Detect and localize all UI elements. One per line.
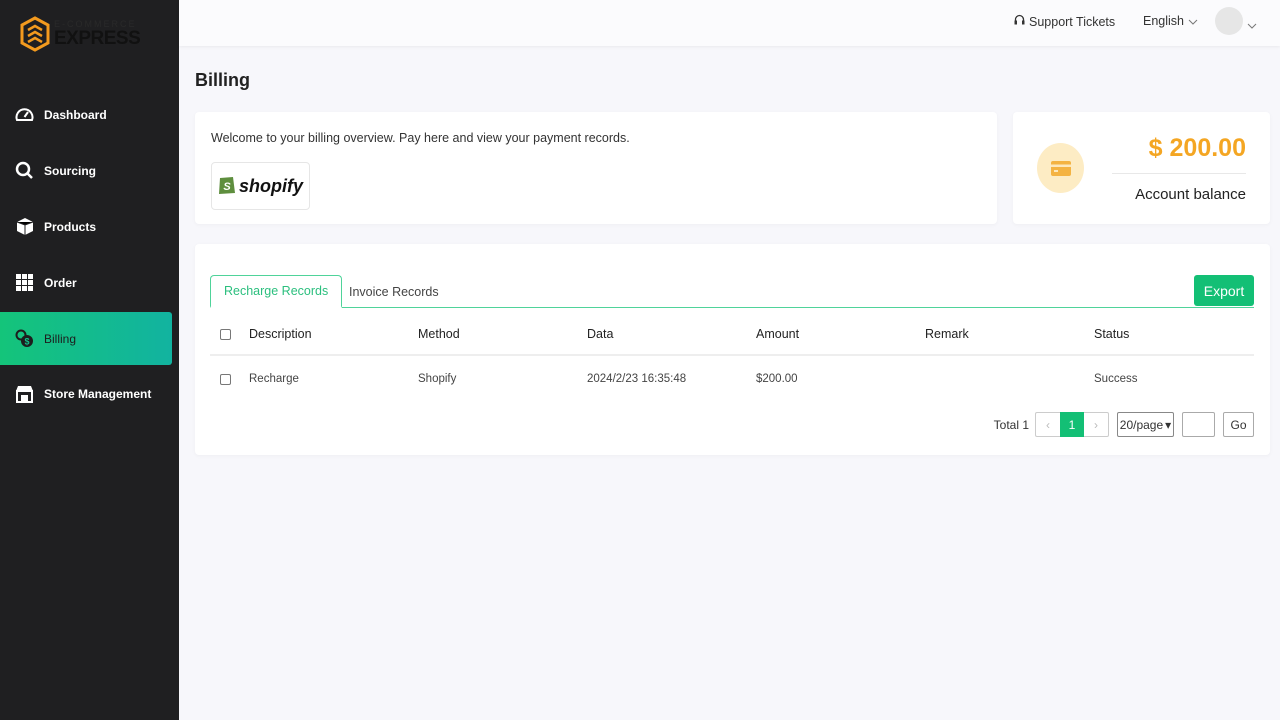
balance-amount: $ 200.00 <box>1148 134 1246 162</box>
next-page-button[interactable]: › <box>1084 412 1109 437</box>
svg-text:S: S <box>223 181 231 193</box>
language-label: English <box>1143 14 1184 28</box>
table-header: Description Method Data Amount Remark St… <box>210 312 1254 356</box>
sidebar-item-dashboard[interactable]: Dashboard <box>0 88 172 141</box>
avatar[interactable] <box>1215 7 1243 35</box>
logo-line2: EXPRESS <box>54 28 141 49</box>
prev-page-button[interactable]: ‹ <box>1035 412 1060 437</box>
row-checkbox[interactable] <box>220 373 231 385</box>
sidebar-item-label: Sourcing <box>44 163 97 178</box>
cell-date: 2024/2/23 16:35:48 <box>587 373 687 385</box>
box-icon <box>15 217 34 236</box>
sidebar-item-billing[interactable]: $ Billing <box>0 312 172 365</box>
tab-recharge-records[interactable]: Recharge Records <box>210 275 343 308</box>
pagination: Total 1 ‹ 1 › 20/page ▾ Go <box>994 412 1254 437</box>
balance-label: Account balance <box>1135 186 1246 203</box>
column-header: Method <box>418 327 460 341</box>
shopify-payment-button[interactable]: Sshopify <box>211 162 310 210</box>
sidebar-item-store-management[interactable]: Store Management <box>0 367 172 420</box>
cell-method: Shopify <box>418 373 457 385</box>
top-bar: Support Tickets English <box>179 0 1280 46</box>
sidebar-item-label: Billing <box>44 331 77 346</box>
coins-icon: $ <box>15 329 34 348</box>
column-header: Description <box>249 327 312 341</box>
select-all-checkbox[interactable] <box>220 328 231 340</box>
page-1-button[interactable]: 1 <box>1060 412 1084 437</box>
svg-text:$: $ <box>24 337 29 347</box>
page-size-value: 20/page <box>1119 417 1164 432</box>
logo-icon <box>20 16 50 52</box>
column-header: Status <box>1094 327 1130 341</box>
chevron-down-icon: ▾ <box>1165 417 1172 432</box>
cell-amount: $200.00 <box>756 373 798 385</box>
sidebar: E-COMMERCE EXPRESS Dashboard Sourcing Pro… <box>0 0 179 720</box>
column-header: Amount <box>756 327 800 341</box>
credit-card-icon <box>1037 143 1084 193</box>
shopify-label: shopify <box>238 175 303 196</box>
account-balance-card: $ 200.00 Account balance <box>1013 112 1270 224</box>
table-row: Recharge Shopify 2024/2/23 16:35:48 $200… <box>210 357 1254 401</box>
go-button[interactable]: Go <box>1223 412 1254 437</box>
user-menu-chevron-icon[interactable] <box>1247 16 1257 34</box>
headset-icon <box>1014 14 1025 29</box>
logo[interactable]: E-COMMERCE EXPRESS <box>20 16 141 52</box>
sidebar-item-label: Products <box>44 219 97 234</box>
column-header: Data <box>587 327 614 341</box>
tab-invoice-records[interactable]: Invoice Records <box>336 275 452 308</box>
page-title: Billing <box>195 70 250 90</box>
cell-status: Success <box>1094 373 1138 385</box>
grid-icon <box>15 273 34 292</box>
sidebar-item-label: Dashboard <box>44 107 107 122</box>
total-count: Total 1 <box>993 417 1029 432</box>
support-tickets-link[interactable]: Support Tickets <box>1014 14 1115 29</box>
column-header: Remark <box>925 327 969 341</box>
welcome-card: Welcome to your billing overview. Pay he… <box>195 112 997 224</box>
export-button[interactable]: Export <box>1194 275 1254 306</box>
sidebar-item-order[interactable]: Order <box>0 256 172 309</box>
language-select[interactable]: English <box>1143 14 1198 28</box>
sidebar-item-label: Order <box>44 275 77 290</box>
records-card: Recharge Records Invoice Records Export … <box>195 244 1270 455</box>
speedometer-icon <box>15 105 34 124</box>
sidebar-item-products[interactable]: Products <box>0 200 172 253</box>
cell-description: Recharge <box>249 373 299 385</box>
shopify-bag-icon: S <box>218 173 236 200</box>
page-size-select[interactable]: 20/page ▾ <box>1117 412 1174 437</box>
sidebar-item-label: Store Management <box>44 386 152 401</box>
records-tabs: Recharge Records Invoice Records <box>210 275 1254 308</box>
chevron-down-icon <box>1188 14 1198 28</box>
search-icon <box>15 161 34 180</box>
sidebar-item-sourcing[interactable]: Sourcing <box>0 144 172 197</box>
divider <box>1112 173 1246 174</box>
support-tickets-label: Support Tickets <box>1029 14 1116 29</box>
welcome-text: Welcome to your billing overview. Pay he… <box>211 131 630 145</box>
store-icon <box>15 384 34 403</box>
page-jump-input[interactable] <box>1182 412 1215 437</box>
